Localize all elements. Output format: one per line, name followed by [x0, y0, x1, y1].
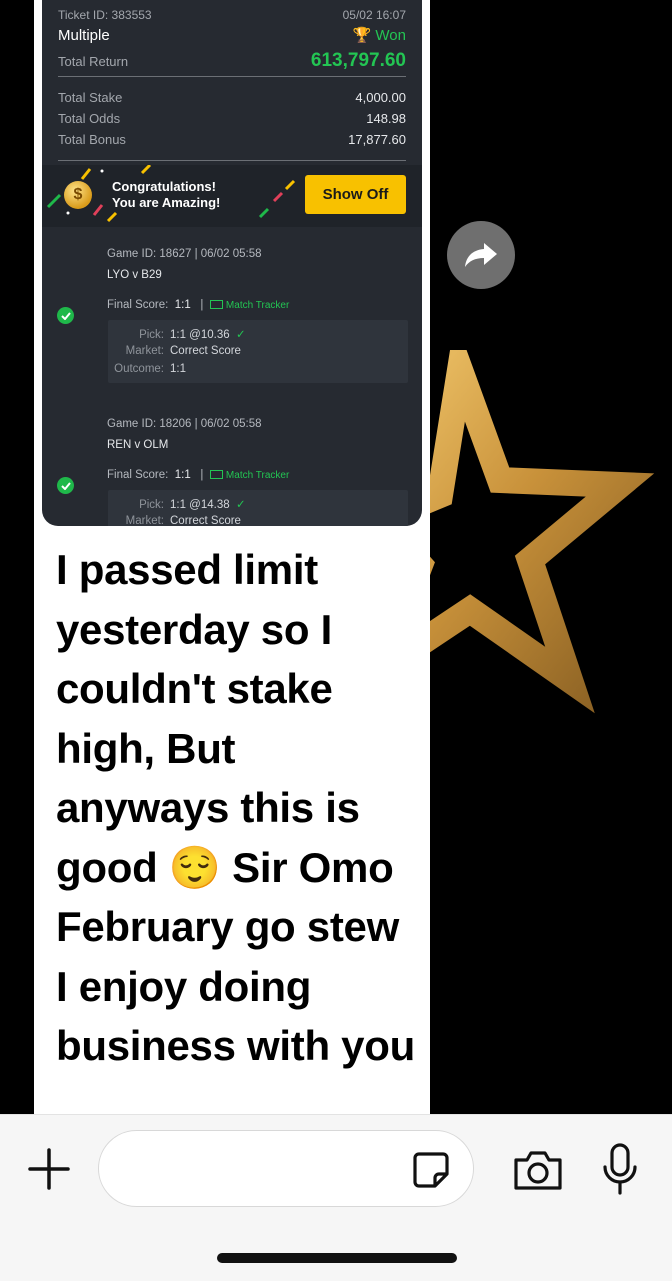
total-return-label: Total Return — [58, 54, 129, 69]
final-score: Final Score: 1:1 | Match Tracker — [107, 469, 290, 481]
pick-value: 1:1 @10.36 — [170, 329, 230, 341]
bet-ticket-image[interactable]: Ticket ID: 383553 05/02 16:07 Multiple 🏆… — [42, 0, 422, 526]
home-indicator — [217, 1253, 457, 1263]
message-bubble[interactable]: Ticket ID: 383553 05/02 16:07 Multiple 🏆… — [34, 0, 430, 1114]
coin-icon: $ — [64, 181, 92, 209]
divider — [58, 160, 406, 161]
game-teams: LYO v B29 — [107, 269, 162, 281]
match-tracker-link[interactable]: Match Tracker — [226, 300, 289, 311]
checkmark-icon: ✓ — [232, 329, 246, 341]
forward-button[interactable] — [447, 221, 515, 289]
relieved-face-emoji: 😌 — [168, 843, 221, 891]
checkmark-icon: ✓ — [232, 499, 246, 511]
won-status: 🏆 Won — [352, 27, 406, 44]
bet-type: Multiple — [58, 27, 110, 44]
final-score: Final Score: 1:1 | Match Tracker — [107, 299, 290, 311]
market-value: Correct Score — [170, 515, 241, 526]
total-odds-label: Total Odds — [58, 111, 121, 126]
total-return-value: 613,797.60 — [310, 50, 406, 71]
outcome-value: 1:1 — [170, 363, 186, 375]
market-value: Correct Score — [170, 345, 241, 357]
message-input-bar — [0, 1114, 672, 1281]
congrats-line-2: You are Amazing! — [112, 195, 221, 210]
sticker-icon[interactable] — [408, 1149, 454, 1191]
total-odds-value: 148.98 — [366, 111, 406, 126]
match-tracker-icon — [209, 470, 223, 480]
total-stake-value: 4,000.00 — [355, 90, 406, 105]
plus-icon[interactable] — [25, 1145, 73, 1193]
show-off-button[interactable]: Show Off — [305, 175, 406, 214]
message-text: I passed limit yesterday so I couldn't s… — [56, 546, 415, 1069]
match-tracker-link[interactable]: Match Tracker — [226, 470, 289, 481]
check-icon — [57, 307, 74, 324]
ticket-date: 05/02 16:07 — [342, 8, 406, 22]
game-item: Game ID: 18206 | 06/02 05:58 REN v OLM F… — [42, 416, 422, 526]
match-tracker-icon — [209, 300, 223, 310]
total-stake-label: Total Stake — [58, 90, 123, 105]
check-icon — [57, 477, 74, 494]
pick-details: Pick: 1:1 @10.36 ✓ Market: Correct Score O… — [108, 320, 408, 383]
game-id: Game ID: 18206 | 06/02 05:58 — [107, 418, 262, 430]
congrats-line-1: Congratulations! — [112, 179, 216, 194]
pick-details: Pick: 1:1 @14.38 ✓ Market: Correct Score — [108, 490, 408, 526]
total-bonus-label: Total Bonus — [58, 132, 126, 147]
trophy-icon: 🏆 — [352, 27, 372, 44]
pick-value: 1:1 @14.38 — [170, 499, 230, 511]
game-id: Game ID: 18627 | 06/02 05:58 — [107, 248, 262, 260]
ticket-id: Ticket ID: 383553 — [58, 8, 152, 22]
forward-arrow-icon — [465, 243, 497, 267]
total-bonus-value: 17,877.60 — [348, 132, 406, 147]
microphone-icon[interactable] — [598, 1141, 642, 1197]
divider — [58, 76, 406, 77]
congrats-banner: $ Congratulations! You are Amazing! Show… — [42, 165, 422, 227]
camera-icon[interactable] — [511, 1147, 565, 1193]
game-item: Game ID: 18627 | 06/02 05:58 LYO v B29 F… — [42, 246, 422, 396]
game-teams: REN v OLM — [107, 439, 169, 451]
